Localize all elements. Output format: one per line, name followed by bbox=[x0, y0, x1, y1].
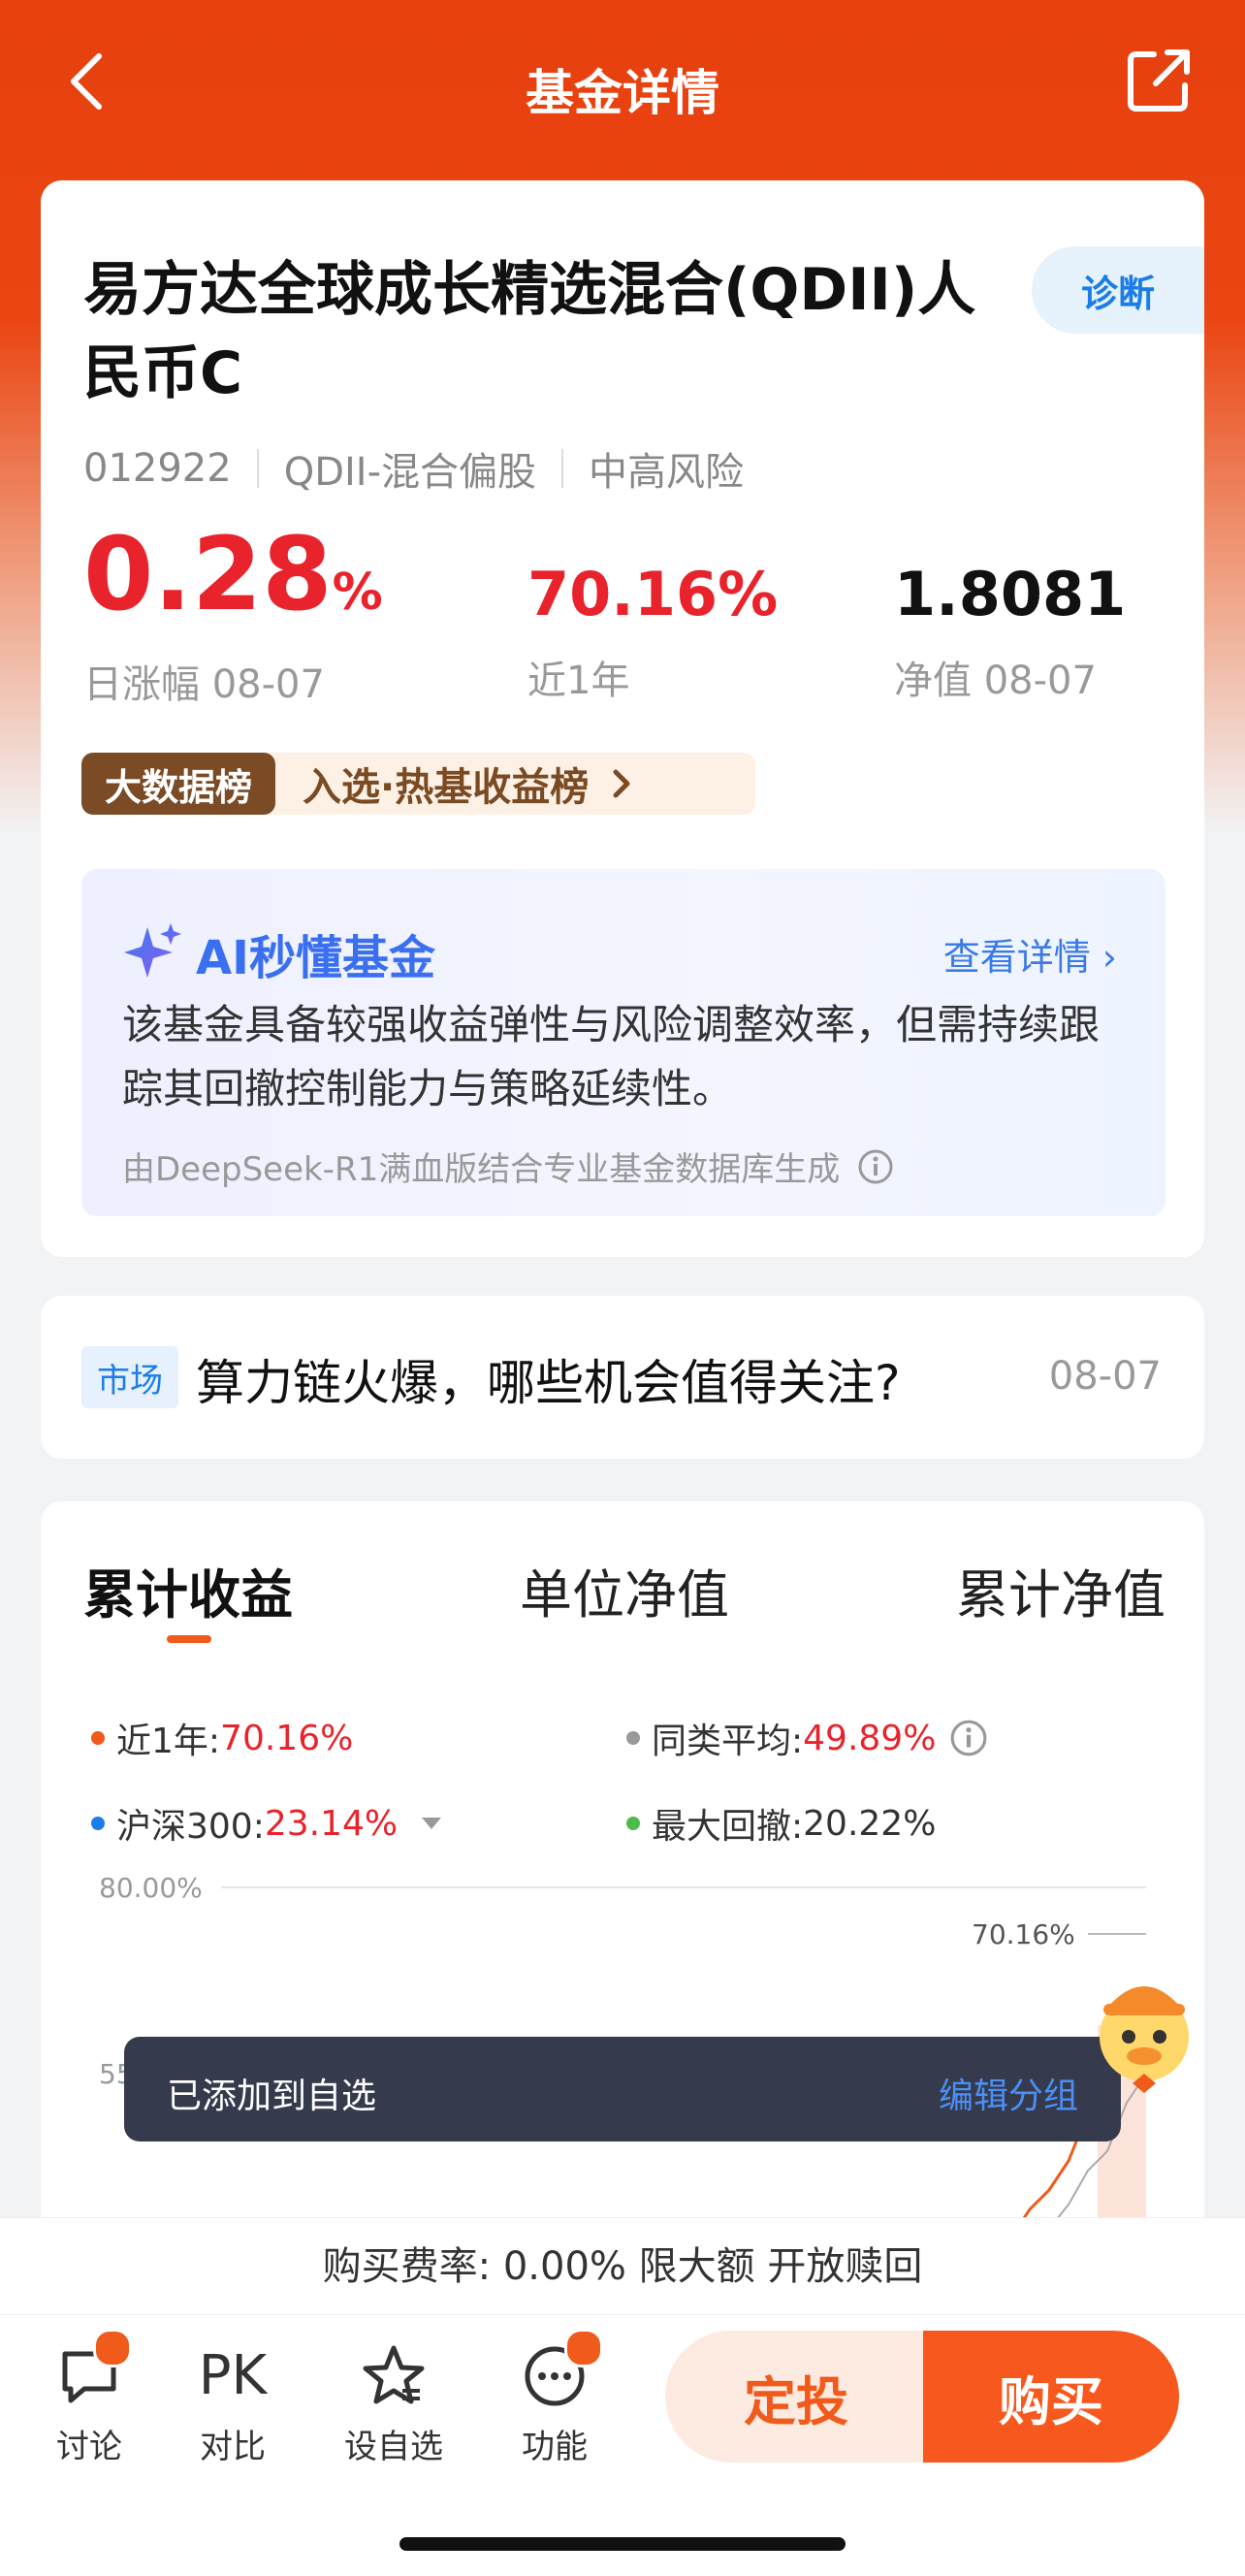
bottom-action-bar: 讨论 PK 对比 设自选 功能 定投 购买 bbox=[0, 2314, 1245, 2478]
compare-button[interactable]: PK 对比 bbox=[175, 2342, 291, 2467]
daily-change-value: 0.28% bbox=[83, 515, 383, 633]
y-tick-label: 80.00% bbox=[99, 1872, 203, 1904]
safe-area bbox=[0, 2477, 1245, 2576]
daily-change-label: 日涨幅 08-07 bbox=[83, 662, 325, 707]
ai-more-link[interactable]: 查看详情 › bbox=[943, 927, 1117, 981]
legend-max-drawdown: 最大回撤: 20.22% bbox=[626, 1798, 936, 1849]
legend-dot bbox=[91, 1817, 105, 1830]
nav-label: 净值 08-07 bbox=[894, 659, 1097, 703]
daily-change-stat: 0.28% 日涨幅 08-07 bbox=[83, 515, 383, 709]
nav-stat: 1.8081 净值 08-07 bbox=[894, 559, 1126, 705]
divider bbox=[256, 449, 259, 488]
toast-notification: 已添加到自选 编辑分组 bbox=[124, 2037, 1121, 2141]
watch-label: 设自选 bbox=[344, 2428, 443, 2466]
add-watchlist-button[interactable]: 设自选 bbox=[335, 2342, 452, 2467]
mascot-duck-icon[interactable] bbox=[1086, 1959, 1212, 2105]
active-tab-indicator bbox=[167, 1635, 211, 1643]
caret-down-icon bbox=[422, 1818, 442, 1829]
purchase-fee-info: 购买费率: 0.00% 限大额 开放赎回 bbox=[0, 2217, 1245, 2315]
legend-year: 近1年: 70.16% bbox=[91, 1713, 353, 1763]
year-return-stat: 70.16% 近1年 bbox=[527, 559, 778, 705]
compare-label: 对比 bbox=[200, 2428, 266, 2466]
nav-value: 1.8081 bbox=[894, 559, 1127, 629]
more-label: 功能 bbox=[522, 2428, 588, 2466]
star-icon bbox=[363, 2345, 425, 2404]
rank-text: 入选·热基收益榜 bbox=[303, 765, 590, 810]
toast-message: 已添加到自选 bbox=[167, 2077, 377, 2116]
nav-header: 基金详情 bbox=[0, 0, 1245, 175]
fund-meta: 012922 QDII-混合偏股 中高风险 bbox=[83, 440, 744, 497]
share-icon[interactable] bbox=[1125, 47, 1193, 114]
legend-hs300[interactable]: 沪深300: 23.14% bbox=[91, 1798, 444, 1849]
big-data-rank-badge: 大数据榜 bbox=[81, 753, 276, 815]
fund-summary-card: 易方达全球成长精选混合(QDII)人民币C 诊断 012922 QDII-混合偏… bbox=[41, 180, 1204, 1257]
pk-icon: PK bbox=[198, 2344, 268, 2407]
sparkle-icon bbox=[124, 923, 181, 978]
ai-summary-text: 该基金具备较强收益弹性与风险调整效率，但需持续跟踪其回撤控制能力与策略延续性。 bbox=[122, 1001, 1101, 1112]
legend-category-average: 同类平均: 49.89% bbox=[626, 1713, 988, 1763]
year-return-value: 70.16% bbox=[527, 559, 779, 629]
more-functions-button[interactable]: 功能 bbox=[496, 2329, 613, 2467]
ai-title: AI秒懂基金 bbox=[196, 931, 436, 985]
tab-unit-nav[interactable]: 单位净值 bbox=[520, 1552, 729, 1628]
legend-dot bbox=[626, 1731, 640, 1745]
notification-dot bbox=[564, 2329, 603, 2367]
ai-summary-box: AI秒懂基金 查看详情 › 该基金具备较强收益弹性与风险调整效率，但需持续跟踪其… bbox=[81, 869, 1165, 1216]
discuss-label: 讨论 bbox=[56, 2428, 122, 2466]
fund-code: 012922 bbox=[83, 446, 232, 491]
info-icon[interactable] bbox=[949, 1719, 988, 1757]
diagnose-button[interactable]: 诊断 bbox=[1032, 246, 1204, 334]
hot-rank-banner[interactable]: 大数据榜 入选·热基收益榜 bbox=[81, 753, 755, 815]
info-icon[interactable] bbox=[857, 1148, 894, 1185]
legend-dot bbox=[91, 1731, 105, 1745]
fixed-investment-button[interactable]: 定投 bbox=[665, 2331, 927, 2463]
ai-source-text: 由DeepSeek-R1满血版结合专业基金数据库生成 bbox=[122, 1150, 841, 1189]
notification-dot bbox=[93, 2329, 132, 2367]
market-date: 08-07 bbox=[1048, 1354, 1162, 1399]
tab-cumulative-nav[interactable]: 累计净值 bbox=[956, 1552, 1165, 1628]
market-headline: 算力链火爆，哪些机会值得关注? bbox=[196, 1355, 901, 1411]
legend-dot bbox=[626, 1817, 640, 1830]
buy-button[interactable]: 购买 bbox=[923, 2331, 1179, 2463]
fund-risk: 中高风险 bbox=[589, 450, 745, 495]
fund-type: QDII-混合偏股 bbox=[283, 450, 537, 495]
market-news-card[interactable]: 市场 算力链火爆，哪些机会值得关注? 08-07 bbox=[41, 1296, 1204, 1459]
fund-name: 易方达全球成长精选混合(QDII)人民币C bbox=[83, 256, 976, 407]
discuss-button[interactable]: 讨论 bbox=[31, 2329, 147, 2467]
page-title: 基金详情 bbox=[526, 65, 719, 121]
divider bbox=[561, 449, 564, 488]
ai-footer: 由DeepSeek-R1满血版结合专业基金数据库生成 bbox=[122, 1143, 894, 1190]
edit-group-link[interactable]: 编辑分组 bbox=[939, 2068, 1078, 2118]
tab-cumulative-return[interactable]: 累计收益 bbox=[83, 1552, 293, 1628]
home-indicator[interactable] bbox=[399, 2537, 846, 2551]
chevron-right-icon bbox=[613, 769, 630, 798]
end-value-label: 70.16% bbox=[972, 1918, 1075, 1950]
year-return-label: 近1年 bbox=[527, 659, 630, 703]
market-tag: 市场 bbox=[81, 1346, 178, 1408]
